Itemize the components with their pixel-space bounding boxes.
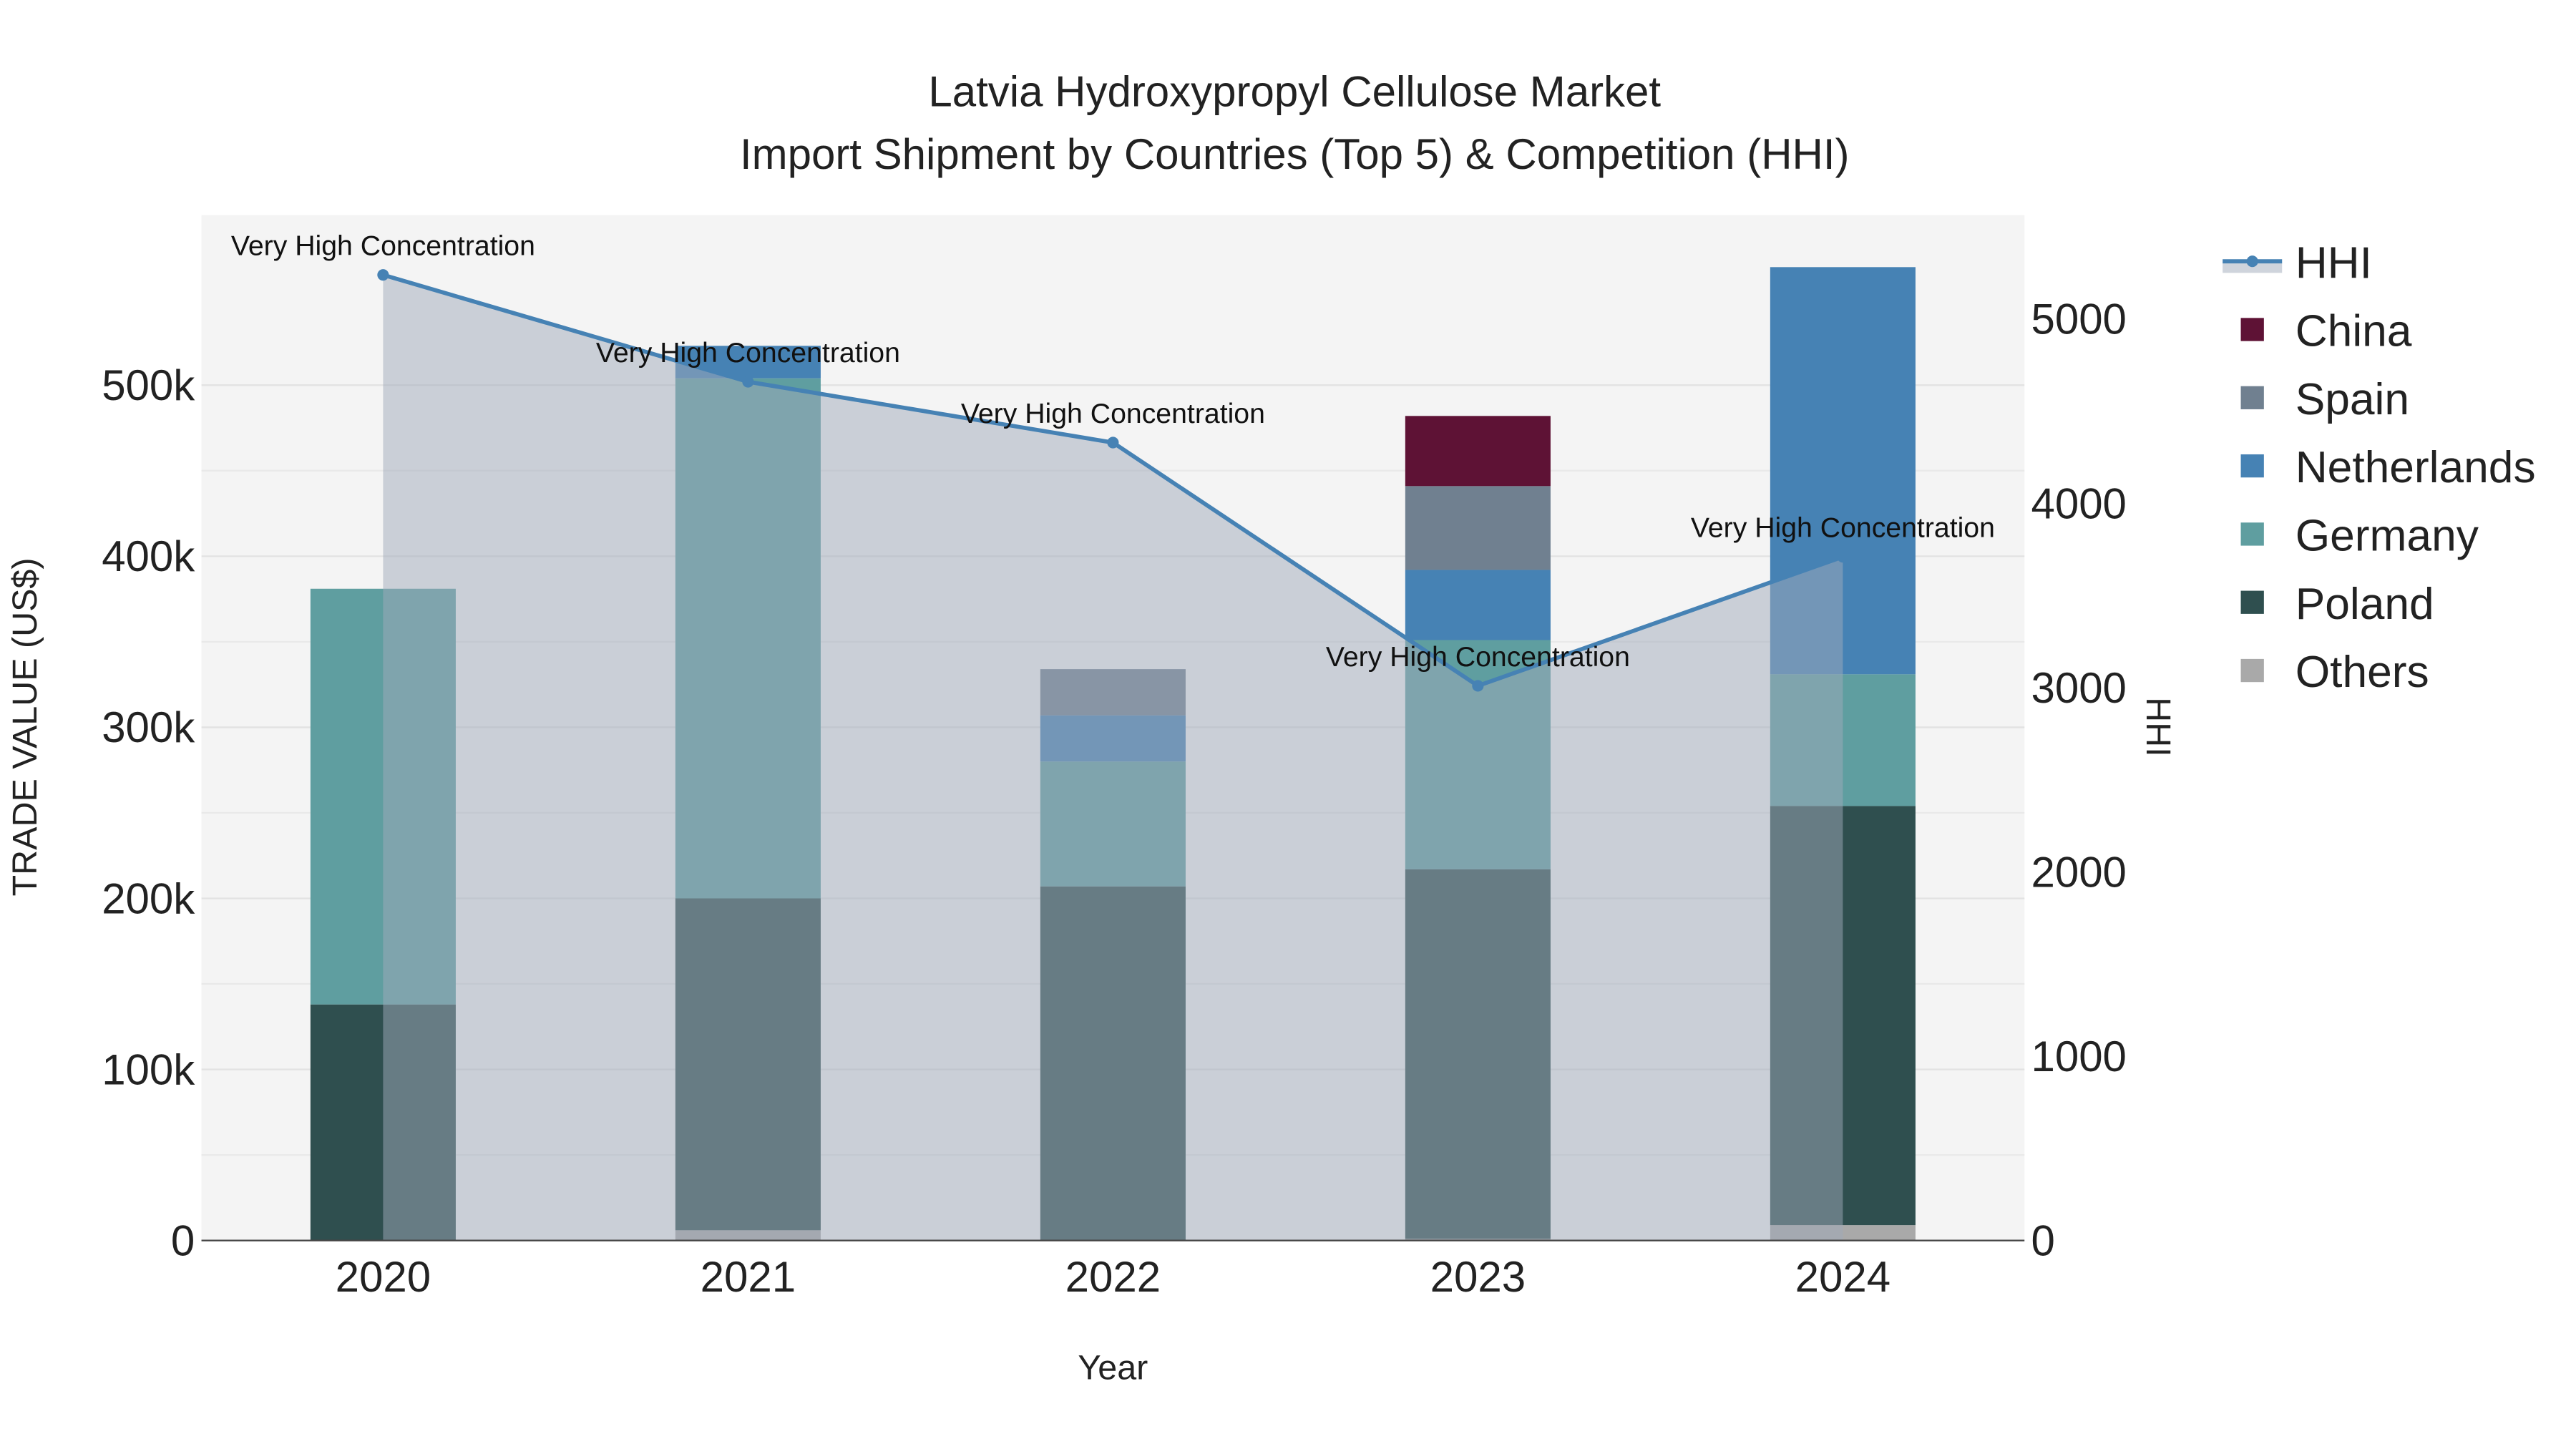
hhi-annotation: Very High Concentration: [1326, 641, 1630, 673]
x-tick-label: 2022: [1065, 1253, 1161, 1301]
legend-swatch-others: [2240, 658, 2264, 683]
hhi-annotation: Very High Concentration: [961, 398, 1265, 429]
y2-tick-label: 4000: [2031, 479, 2126, 527]
x-tick-label: 2020: [336, 1253, 431, 1301]
y2-tick-label: 0: [2031, 1216, 2054, 1264]
y-tick-label: 500k: [102, 361, 195, 409]
bar-china-2023[interactable]: [1405, 416, 1551, 487]
bar-netherlands-2023[interactable]: [1405, 570, 1551, 640]
y-axis-label: TRADE VALUE (US$): [6, 557, 44, 896]
y-tick-label: 200k: [102, 874, 195, 922]
legend-item-hhi[interactable]: HHI: [2296, 238, 2372, 288]
legend-item-spain[interactable]: Spain: [2296, 375, 2409, 424]
legend-swatch-netherlands: [2240, 454, 2264, 478]
legend-item-others[interactable]: Others: [2296, 648, 2429, 697]
y-tick-label: 0: [171, 1216, 195, 1264]
x-tick-label: 2021: [701, 1253, 796, 1301]
legend-swatch-china: [2240, 318, 2264, 341]
hhi-point-2023[interactable]: [1472, 680, 1484, 692]
legend-swatch-poland: [2240, 590, 2264, 614]
bar-spain-2023[interactable]: [1405, 486, 1551, 570]
hhi-annotation: Very High Concentration: [231, 230, 535, 261]
hhi-point-2020[interactable]: [377, 269, 389, 281]
legend-item-netherlands[interactable]: Netherlands: [2296, 443, 2536, 492]
legend-item-poland[interactable]: Poland: [2296, 580, 2434, 629]
legend-item-china[interactable]: China: [2296, 307, 2412, 356]
chart-subtitle: Import Shipment by Countries (Top 5) & C…: [740, 130, 1850, 178]
x-axis-label: Year: [1078, 1349, 1148, 1387]
x-tick-label: 2024: [1795, 1253, 1890, 1301]
y2-tick-label: 1000: [2031, 1033, 2126, 1080]
legend-swatch-spain: [2240, 386, 2264, 409]
legend-item-germany[interactable]: Germany: [2296, 512, 2479, 561]
hhi-point-2021[interactable]: [742, 376, 754, 388]
chart: Latvia Hydroxypropyl Cellulose Market Im…: [0, 0, 2576, 1449]
x-tick-label: 2023: [1430, 1253, 1526, 1301]
y-tick-label: 300k: [102, 703, 195, 751]
chart-title: Latvia Hydroxypropyl Cellulose Market: [928, 67, 1661, 115]
hhi-point-2024[interactable]: [1837, 551, 1849, 563]
y2-tick-label: 5000: [2031, 296, 2126, 343]
y-tick-label: 100k: [102, 1045, 195, 1093]
y2-tick-label: 2000: [2031, 848, 2126, 896]
y-tick-label: 400k: [102, 532, 195, 580]
hhi-point-2022[interactable]: [1107, 436, 1119, 449]
y2-axis-label: HHI: [2139, 697, 2177, 756]
hhi-annotation: Very High Concentration: [596, 337, 900, 369]
legend-hhi-marker: [2246, 255, 2258, 268]
y2-tick-label: 3000: [2031, 664, 2126, 712]
hhi-annotation: Very High Concentration: [1691, 512, 1995, 543]
legend-swatch-germany: [2240, 522, 2264, 546]
